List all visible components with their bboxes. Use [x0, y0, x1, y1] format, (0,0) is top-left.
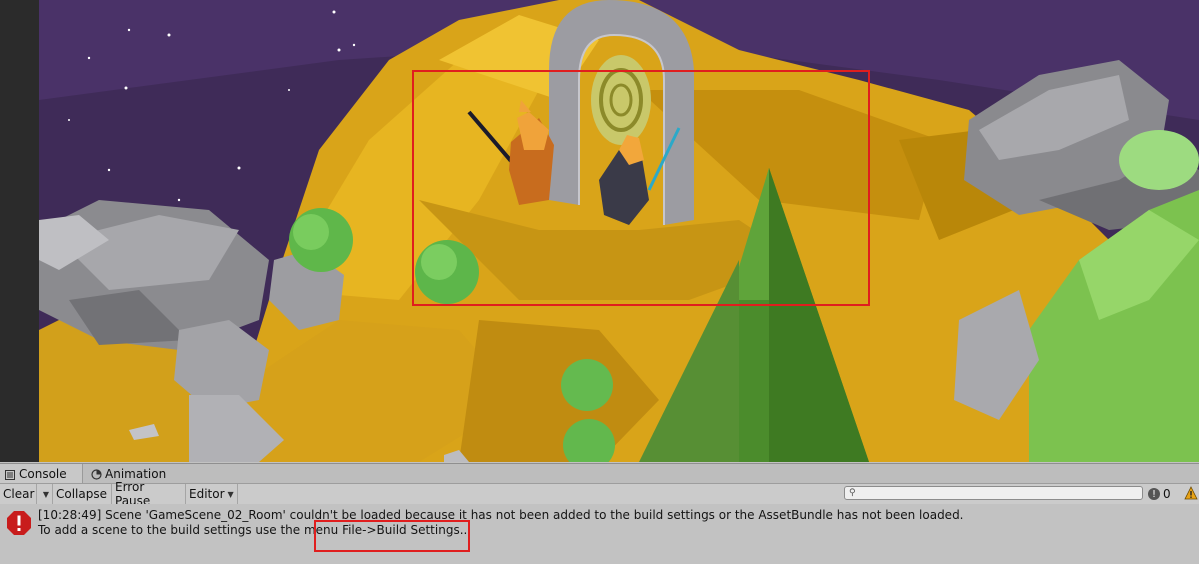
scene-viewport[interactable]: [39, 0, 1199, 462]
tab-console[interactable]: Console: [0, 464, 83, 484]
log-message-line-1: [10:28:49] Scene 'GameScene_02_Room' cou…: [38, 508, 964, 522]
scene-render: [39, 0, 1199, 462]
search-icon: ⚲: [849, 488, 856, 498]
error-count-value: 0: [1163, 487, 1171, 501]
collapse-label: Collapse: [56, 487, 107, 501]
tab-animation-label: Animation: [105, 467, 167, 481]
error-icon: [7, 511, 31, 535]
error-count-toggle[interactable]: ! 0: [1148, 484, 1171, 504]
editor-dropdown[interactable]: Editor ▼: [186, 484, 238, 504]
clear-label: Clear: [3, 487, 35, 501]
editor-label: Editor: [189, 487, 225, 501]
tab-console-label: Console: [19, 467, 67, 481]
console-toolbar: Clear ▼ Collapse Error Pause Editor ▼ ⚲ …: [0, 480, 1199, 508]
chevron-down-icon: ▼: [227, 489, 234, 499]
log-message-line-2: To add a scene to the build settings use…: [38, 523, 472, 537]
collapse-button[interactable]: Collapse: [53, 484, 112, 504]
clear-button[interactable]: Clear: [0, 484, 37, 504]
clear-dropdown-button[interactable]: ▼: [37, 484, 53, 504]
error-count-icon: !: [1148, 488, 1160, 500]
log-entry[interactable]: [10:28:49] Scene 'GameScene_02_Room' cou…: [0, 504, 1199, 564]
hierarchy-edge-panel: [0, 0, 39, 462]
warning-icon[interactable]: [1184, 486, 1198, 500]
animation-icon: [91, 469, 102, 480]
console-icon: [5, 469, 15, 480]
search-input[interactable]: ⚲: [844, 486, 1143, 500]
error-pause-button[interactable]: Error Pause: [112, 480, 186, 508]
chevron-down-icon: ▼: [42, 489, 50, 499]
